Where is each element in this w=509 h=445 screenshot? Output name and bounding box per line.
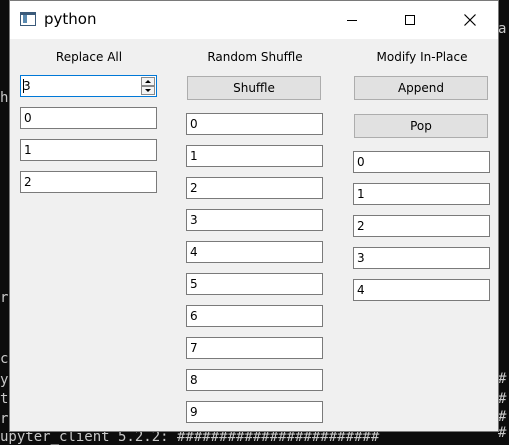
terminal-fragment: t (0, 391, 9, 407)
shuffle-field-5[interactable]: 5 (186, 273, 323, 295)
window-content: Replace All 3 0 1 2 Random Shuffle Shuff… (10, 39, 498, 431)
spin-up-arrow-icon[interactable] (141, 77, 155, 86)
shuffle-field-3[interactable]: 3 (186, 209, 323, 231)
spinbox-buttons (141, 77, 155, 95)
terminal-fragment: r (0, 411, 9, 427)
maximize-icon (405, 15, 415, 25)
shuffle-field-4[interactable]: 4 (186, 241, 323, 263)
modify-field-1[interactable]: 1 (353, 183, 490, 205)
modify-field-3[interactable]: 3 (353, 247, 490, 269)
close-button[interactable] (447, 1, 493, 39)
shuffle-field-1[interactable]: 1 (186, 145, 323, 167)
app-window-icon (20, 12, 36, 26)
terminal-fragment: y (0, 372, 9, 388)
text-caret (23, 79, 24, 93)
minimize-icon (347, 19, 357, 21)
terminal-fragment: h (0, 90, 9, 106)
pop-button[interactable]: Pop (354, 114, 488, 138)
terminal-fragment: # (498, 371, 507, 387)
spin-down-arrow-icon[interactable] (141, 86, 155, 95)
shuffle-field-8[interactable]: 8 (186, 369, 323, 391)
shuffle-field-2[interactable]: 2 (186, 177, 323, 199)
terminal-fragment: # (498, 425, 507, 441)
shuffle-button[interactable]: Shuffle (187, 76, 321, 100)
terminal-bottom-line: upyter_client 5.2.2: ###################… (0, 429, 380, 445)
terminal-fragment: r (0, 290, 9, 306)
terminal-fragment: # (498, 391, 507, 407)
modify-field-2[interactable]: 2 (353, 215, 490, 237)
replace-all-field-1[interactable]: 1 (20, 139, 157, 161)
terminal-fragment: # (498, 409, 507, 425)
shuffle-field-9[interactable]: 9 (186, 401, 323, 423)
replace-all-field-2[interactable]: 2 (20, 171, 157, 193)
replace-all-heading: Replace All (55, 50, 123, 64)
modify-field-4[interactable]: 4 (353, 279, 490, 301)
maximize-button[interactable] (387, 1, 433, 39)
shuffle-field-6[interactable]: 6 (186, 305, 323, 327)
random-shuffle-heading: Random Shuffle (207, 50, 303, 64)
terminal-fragment: a (498, 21, 507, 37)
close-icon (464, 14, 476, 26)
modify-in-place-heading: Modify In-Place (376, 50, 468, 64)
title-bar[interactable]: python (10, 1, 498, 39)
spinbox-value: 3 (23, 79, 31, 93)
append-button[interactable]: Append (354, 76, 488, 100)
app-window: python Replace All 3 0 1 2 Random Shuffl (9, 0, 499, 432)
shuffle-field-0[interactable]: 0 (186, 113, 323, 135)
modify-field-0[interactable]: 0 (353, 151, 490, 173)
window-title: python (44, 10, 97, 28)
minimize-button[interactable] (329, 1, 375, 39)
replace-all-field-0[interactable]: 0 (20, 107, 157, 129)
replace-all-spinbox[interactable]: 3 (20, 75, 157, 97)
shuffle-field-7[interactable]: 7 (186, 337, 323, 359)
terminal-fragment: c (0, 351, 9, 367)
